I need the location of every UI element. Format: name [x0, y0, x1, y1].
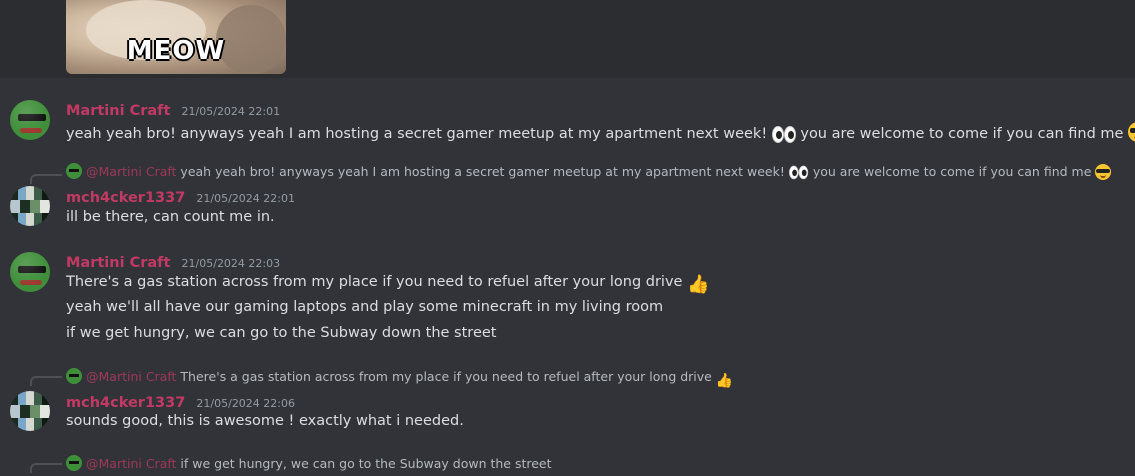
message-text: you are welcome to come if you can find … — [800, 126, 1124, 142]
thumbs-up-emoji-icon: 👍 — [715, 373, 734, 389]
message-text: There's a gas station across from my pla… — [66, 274, 683, 290]
message-text: sounds good, this is awesome ! exactly w… — [66, 413, 464, 429]
username[interactable]: mch4cker1337 — [66, 395, 185, 411]
avatar[interactable] — [10, 186, 50, 226]
avatar[interactable] — [10, 252, 50, 292]
sunglasses-emoji-icon — [1095, 164, 1112, 180]
message[interactable]: @Martini Craft yeah yeah bro! anyways ye… — [0, 160, 1135, 230]
reply-avatar-icon — [66, 455, 82, 471]
eyes-emoji-icon — [771, 126, 796, 143]
gif-caption: MEOW — [126, 36, 226, 66]
reply-text: yeah yeah bro! anyways yeah I am hosting… — [180, 164, 785, 179]
reply-preview[interactable]: @Martini Craft yeah yeah bro! anyways ye… — [66, 163, 1112, 180]
thumbs-up-emoji-icon: 👍 — [687, 274, 710, 295]
message-text: yeah we'll all have our gaming laptops a… — [66, 299, 664, 315]
reply-text: you are welcome to come if you can find … — [812, 164, 1092, 179]
message-text: if we get hungry, we can go to the Subwa… — [66, 325, 497, 341]
reply-text: if we get hungry, we can go to the Subwa… — [180, 456, 552, 471]
reply-mention[interactable]: @Martini Craft — [86, 456, 176, 471]
message[interactable]: Martini Craft 21/05/2024 22:01 yeah yeah… — [0, 96, 1135, 146]
avatar[interactable] — [10, 100, 50, 140]
eyes-emoji-icon — [788, 165, 809, 180]
reply-mention[interactable]: @Martini Craft — [86, 164, 176, 179]
timestamp: 21/05/2024 22:01 — [196, 192, 296, 205]
reply-avatar-icon — [66, 368, 82, 384]
avatar[interactable] — [10, 391, 50, 431]
message[interactable]: Martini Craft 21/05/2024 22:03 There's a… — [0, 248, 1135, 348]
reply-preview[interactable]: @Martini Craft There's a gas station acr… — [66, 368, 733, 389]
meow-gif-attachment[interactable]: MEOW — [66, 0, 286, 74]
reply-mention[interactable]: @Martini Craft — [86, 369, 176, 384]
timestamp: 21/05/2024 22:01 — [181, 105, 281, 118]
message[interactable]: @Martini Craft There's a gas station acr… — [0, 365, 1135, 435]
message-text: yeah yeah bro! anyways yeah I am hosting… — [66, 126, 768, 142]
reply-spine — [30, 376, 62, 386]
username[interactable]: Martini Craft — [66, 255, 170, 271]
reply-text: There's a gas station across from my pla… — [180, 369, 712, 384]
username[interactable]: mch4cker1337 — [66, 190, 185, 206]
reply-avatar-icon — [66, 163, 82, 179]
sunglasses-emoji-icon — [1128, 122, 1135, 142]
message-text: ill be there, can count me in. — [66, 209, 275, 225]
reply-preview[interactable]: @Martini Craft if we get hungry, we can … — [66, 455, 552, 471]
timestamp: 21/05/2024 22:06 — [196, 397, 296, 410]
timestamp: 21/05/2024 22:03 — [181, 257, 281, 270]
message[interactable]: @Martini Craft if we get hungry, we can … — [0, 452, 1135, 476]
reply-spine — [30, 174, 62, 184]
reply-spine — [30, 463, 62, 473]
username[interactable]: Martini Craft — [66, 103, 170, 119]
